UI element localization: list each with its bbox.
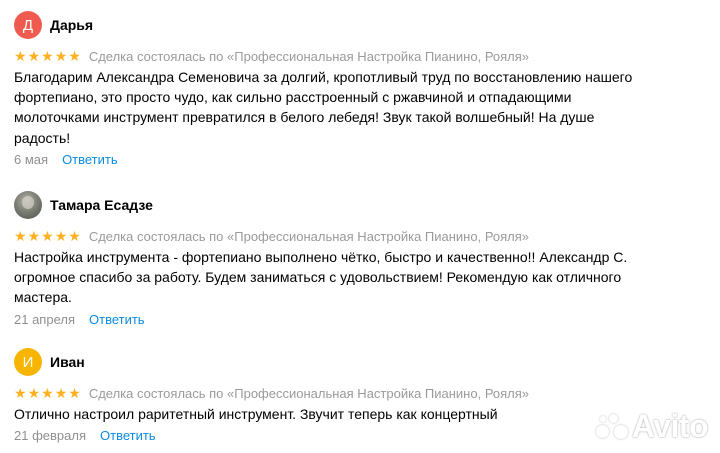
reply-link[interactable]: Ответить [89, 312, 145, 327]
reply-link[interactable]: Ответить [62, 152, 118, 167]
rating-stars: ★ ★ ★ ★ ★ [14, 385, 82, 401]
star-icon: ★ [14, 228, 27, 244]
star-icon: ★ [54, 48, 68, 64]
avito-watermark: Avito [594, 408, 709, 445]
review-date: 6 мая [14, 151, 49, 167]
avatar: Д [14, 11, 42, 39]
author-name: Иван [50, 354, 85, 370]
avatar [14, 191, 42, 219]
author-name: Дарья [50, 17, 94, 33]
star-icon: ★ [68, 48, 81, 64]
review-author-row: Тамара Есадзе [14, 191, 714, 219]
reply-link[interactable]: Ответить [100, 428, 156, 443]
avatar: И [14, 348, 42, 376]
review-author-row: Д Дарья [14, 11, 714, 39]
star-icon: ★ [27, 48, 41, 64]
star-icon: ★ [14, 385, 27, 401]
star-icon: ★ [14, 48, 27, 64]
author-name: Тамара Есадзе [50, 197, 153, 213]
review-date: 21 апреля [14, 311, 75, 327]
review-text: Настройка инструмента - фортепиано выпол… [14, 249, 628, 306]
review-card: Д Дарья ★ ★ ★ ★ ★ Сделка состоялась по «… [14, 11, 714, 167]
star-icon: ★ [41, 228, 54, 244]
star-icon: ★ [27, 385, 41, 401]
review-date: 21 февраля [14, 428, 86, 444]
star-icon: ★ [54, 228, 68, 244]
review-meta: ★ ★ ★ ★ ★ Сделка состоялась по «Професси… [14, 228, 714, 244]
star-icon: ★ [27, 228, 41, 244]
rating-stars: ★ ★ ★ ★ ★ [14, 48, 82, 64]
deal-info: Сделка состоялась по «Профессиональная Н… [88, 385, 530, 401]
watermark-text: Avito [631, 408, 709, 444]
review-meta: ★ ★ ★ ★ ★ Сделка состоялась по «Професси… [14, 48, 714, 64]
star-icon: ★ [68, 228, 81, 244]
star-icon: ★ [54, 385, 68, 401]
deal-info: Сделка состоялась по «Профессиональная Н… [88, 48, 530, 64]
review-meta: ★ ★ ★ ★ ★ Сделка состоялась по «Професси… [14, 385, 714, 401]
review-author-row: И Иван [14, 348, 714, 376]
review-text: Благодарим Александра Семеновича за долг… [14, 69, 633, 146]
review-text: Отлично настроил раритетный инструмент. … [14, 406, 498, 422]
rating-stars: ★ ★ ★ ★ ★ [14, 228, 82, 244]
star-icon: ★ [41, 48, 54, 64]
star-icon: ★ [68, 385, 81, 401]
review-card: Тамара Есадзе ★ ★ ★ ★ ★ Сделка состоялас… [14, 191, 714, 327]
star-icon: ★ [41, 385, 54, 401]
avito-logo-icon [594, 412, 630, 442]
deal-info: Сделка состоялась по «Профессиональная Н… [88, 228, 530, 244]
review-footer: 21 апреля Ответить [14, 312, 714, 327]
review-footer: 6 мая Ответить [14, 152, 714, 167]
